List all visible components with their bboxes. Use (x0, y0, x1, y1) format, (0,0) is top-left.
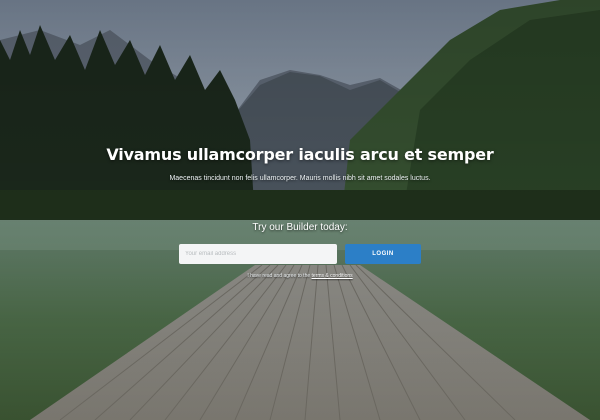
terms-prefix: I have read and agree to the (247, 273, 312, 279)
terms-link[interactable]: terms & conditions (312, 273, 353, 279)
hero-subtitle: Maecenas tincidunt non felis ullamcorper… (169, 175, 431, 182)
terms-text: I have read and agree to the terms & con… (0, 273, 600, 279)
email-input[interactable] (179, 244, 337, 264)
cta-text: Try our Builder today: (252, 222, 348, 233)
login-button[interactable]: LOGIN (345, 244, 421, 264)
login-form: LOGIN (179, 244, 421, 264)
hero-content: Vivamus ullamcorper iaculis arcu et semp… (0, 0, 600, 420)
hero-section: Vivamus ullamcorper iaculis arcu et semp… (0, 0, 600, 420)
hero-title: Vivamus ullamcorper iaculis arcu et semp… (106, 145, 494, 164)
